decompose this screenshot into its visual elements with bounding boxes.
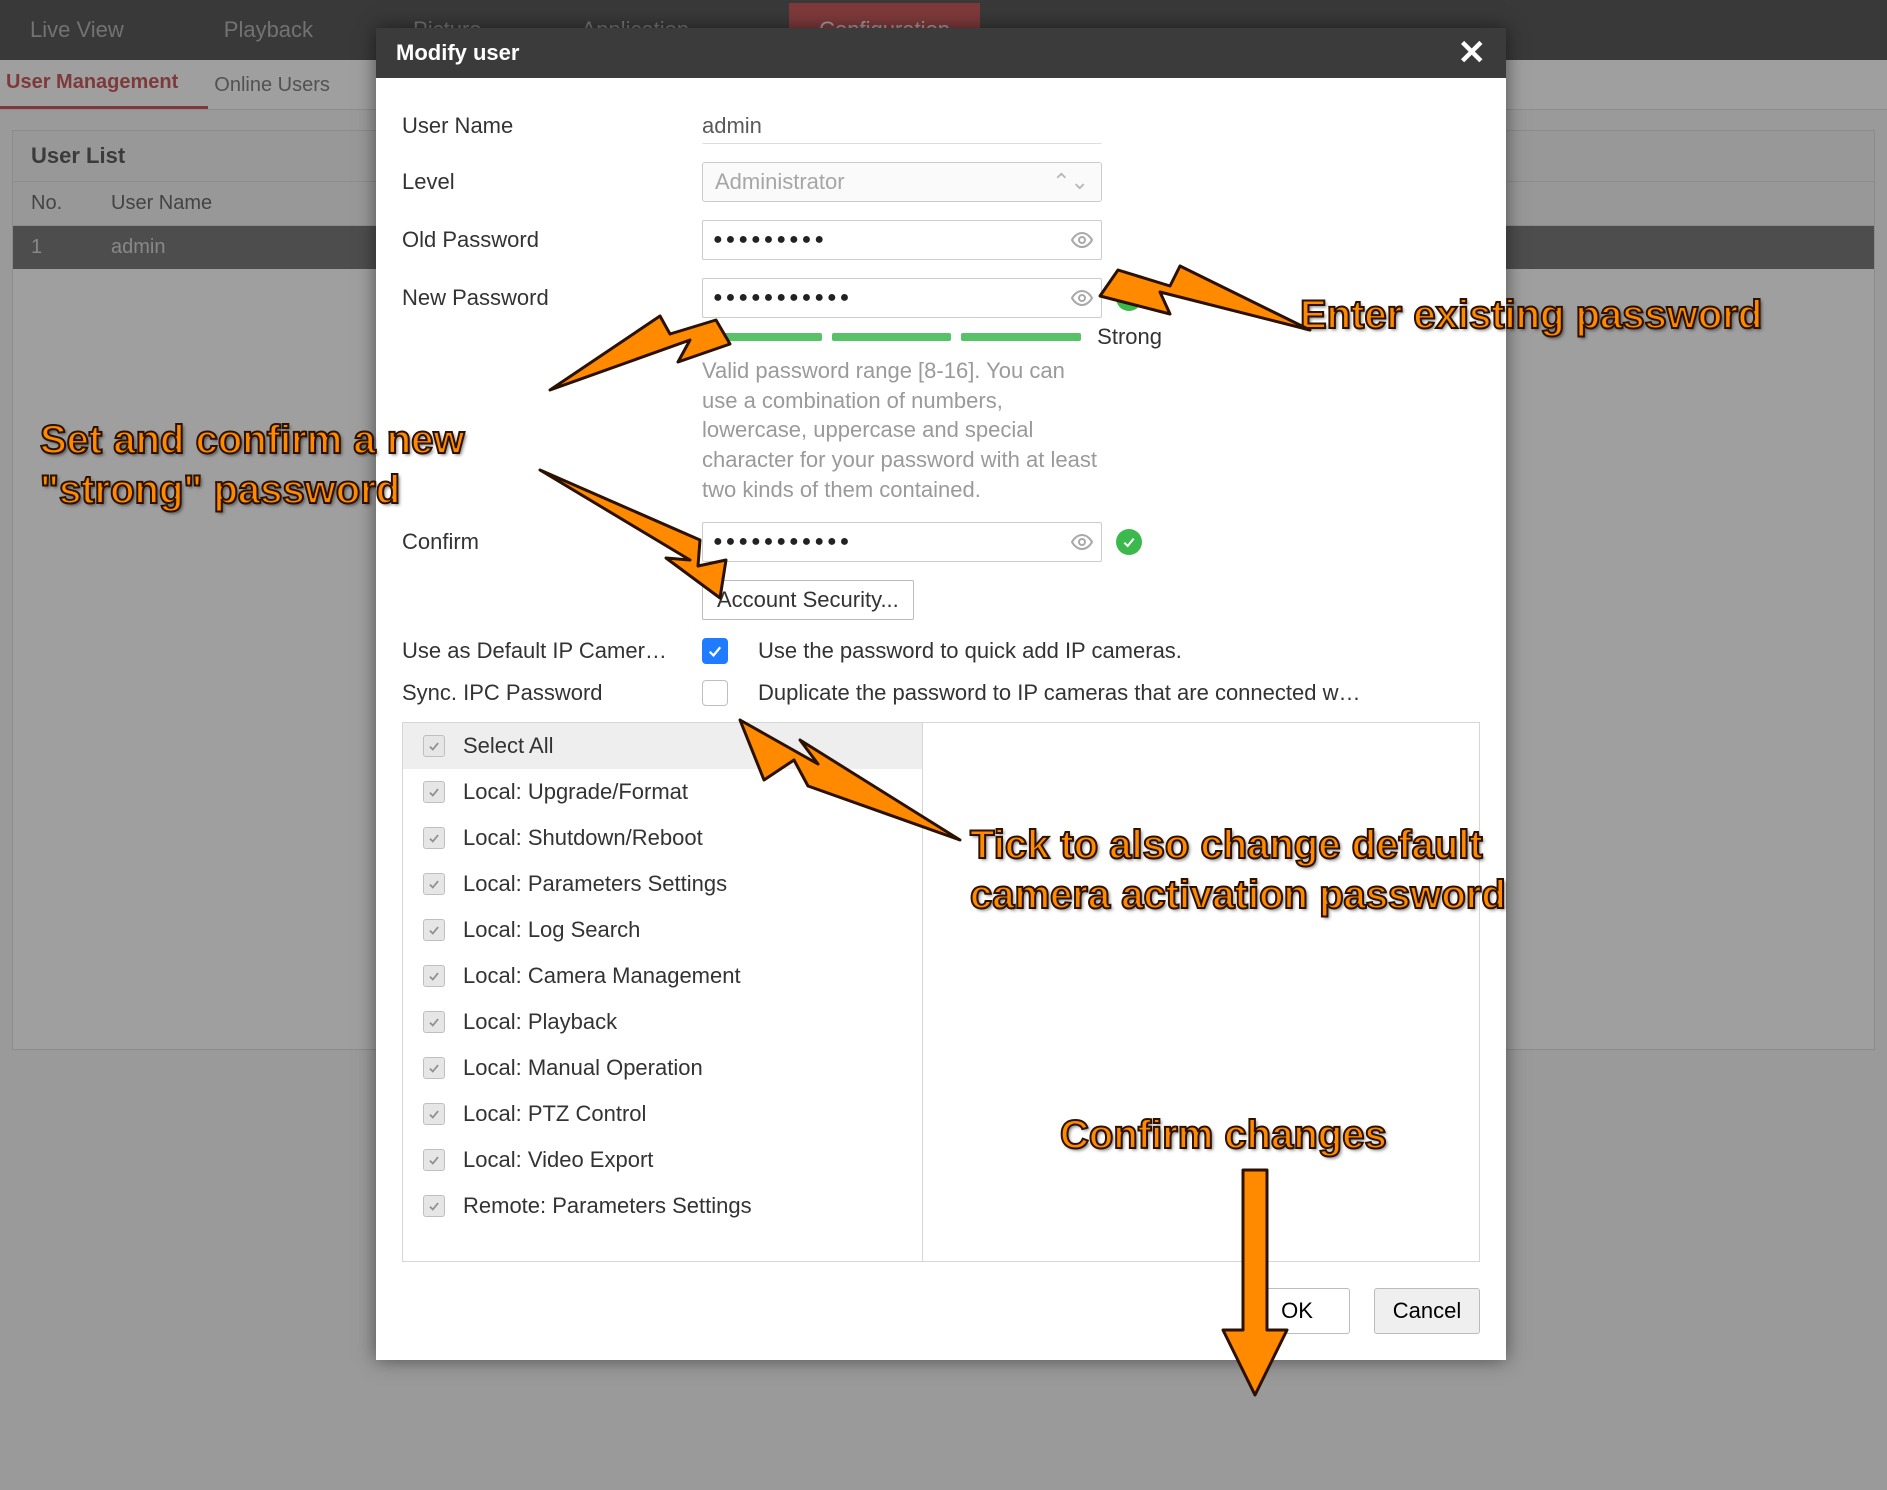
permission-label: Local: Shutdown/Reboot	[463, 825, 703, 851]
arrow-icon	[550, 300, 730, 395]
checkbox-icon[interactable]	[423, 873, 445, 895]
checkbox-icon[interactable]	[423, 1103, 445, 1125]
permission-label: Local: Log Search	[463, 917, 640, 943]
permission-label: Local: Upgrade/Format	[463, 779, 688, 805]
new-password-input[interactable]: ●●●●●●●●●●●	[702, 278, 1102, 318]
eye-icon[interactable]	[1070, 286, 1094, 310]
permission-label: Local: Playback	[463, 1009, 617, 1035]
select-all-label: Select All	[463, 733, 554, 759]
checkbox-icon[interactable]	[423, 1149, 445, 1171]
checkbox-icon[interactable]	[423, 919, 445, 941]
arrow-icon	[740, 720, 970, 875]
annotation-set-confirm: Set and confirm a new "strong" password	[40, 415, 465, 515]
checkbox-icon[interactable]	[423, 827, 445, 849]
default-ip-camera-desc: Use the password to quick add IP cameras…	[758, 638, 1182, 664]
annotation-enter-existing: Enter existing password	[1300, 290, 1762, 340]
permission-item[interactable]: Local: Playback	[403, 999, 922, 1045]
label-old-password: Old Password	[402, 227, 702, 253]
checkbox-icon[interactable]	[423, 735, 445, 757]
chevron-down-icon: ⌃⌄	[1052, 169, 1089, 195]
annotation-confirm-changes: Confirm changes	[1060, 1110, 1387, 1160]
permission-label: Local: Parameters Settings	[463, 871, 727, 897]
modal-body: User Name admin Level Administrator ⌃⌄ O…	[376, 78, 1506, 1262]
permission-item[interactable]: Local: Manual Operation	[403, 1045, 922, 1091]
valid-check-icon	[1116, 529, 1142, 555]
cancel-button[interactable]: Cancel	[1374, 1288, 1480, 1334]
checkbox-icon[interactable]	[423, 965, 445, 987]
arrow-icon	[540, 470, 740, 605]
password-hint: Valid password range [8-16]. You can use…	[702, 356, 1102, 504]
level-select[interactable]: Administrator ⌃⌄	[702, 162, 1102, 202]
permission-item[interactable]: Local: Camera Management	[403, 953, 922, 999]
checkbox-icon[interactable]	[423, 1011, 445, 1033]
permission-label: Local: Video Export	[463, 1147, 653, 1173]
label-level: Level	[402, 169, 702, 195]
old-password-input[interactable]: ●●●●●●●●●	[702, 220, 1102, 260]
checkbox-icon[interactable]	[423, 1195, 445, 1217]
eye-icon[interactable]	[1070, 530, 1094, 554]
permission-item[interactable]: Remote: Parameters Settings	[403, 1183, 922, 1229]
permission-item[interactable]: Local: PTZ Control	[403, 1091, 922, 1137]
arrow-icon	[1215, 1170, 1295, 1405]
label-default-ip-camera: Use as Default IP Camer…	[402, 638, 702, 664]
password-strength-meter: Strong	[702, 324, 1162, 350]
permission-label: Local: Manual Operation	[463, 1055, 703, 1081]
strength-bar-3	[961, 333, 1081, 341]
modal-title: Modify user	[396, 40, 519, 66]
arrow-icon	[1100, 240, 1320, 345]
modal-footer: OK Cancel	[376, 1262, 1506, 1360]
label-username: User Name	[402, 113, 702, 139]
default-ip-camera-checkbox[interactable]	[702, 638, 728, 664]
close-icon[interactable]: ✕	[1458, 36, 1487, 70]
permission-label: Local: PTZ Control	[463, 1101, 646, 1127]
permission-label: Remote: Parameters Settings	[463, 1193, 752, 1219]
permissions-detail	[923, 723, 1479, 1261]
permission-item[interactable]: Local: Video Export	[403, 1137, 922, 1183]
value-username: admin	[702, 108, 1102, 144]
modal-titlebar: Modify user ✕	[376, 28, 1506, 78]
permission-item[interactable]: Local: Log Search	[403, 907, 922, 953]
eye-icon[interactable]	[1070, 228, 1094, 252]
modify-user-modal: Modify user ✕ User Name admin Level Admi…	[376, 28, 1506, 1360]
annotation-tick-default: Tick to also change default camera activ…	[970, 820, 1506, 920]
sync-ipc-checkbox[interactable]	[702, 680, 728, 706]
checkbox-icon[interactable]	[423, 781, 445, 803]
level-value: Administrator	[715, 169, 845, 195]
confirm-password-input[interactable]: ●●●●●●●●●●●	[702, 522, 1102, 562]
permission-label: Local: Camera Management	[463, 963, 741, 989]
strength-bar-2	[832, 333, 952, 341]
sync-ipc-desc: Duplicate the password to IP cameras tha…	[758, 680, 1360, 706]
label-sync-ipc: Sync. IPC Password	[402, 680, 702, 706]
checkbox-icon[interactable]	[423, 1057, 445, 1079]
